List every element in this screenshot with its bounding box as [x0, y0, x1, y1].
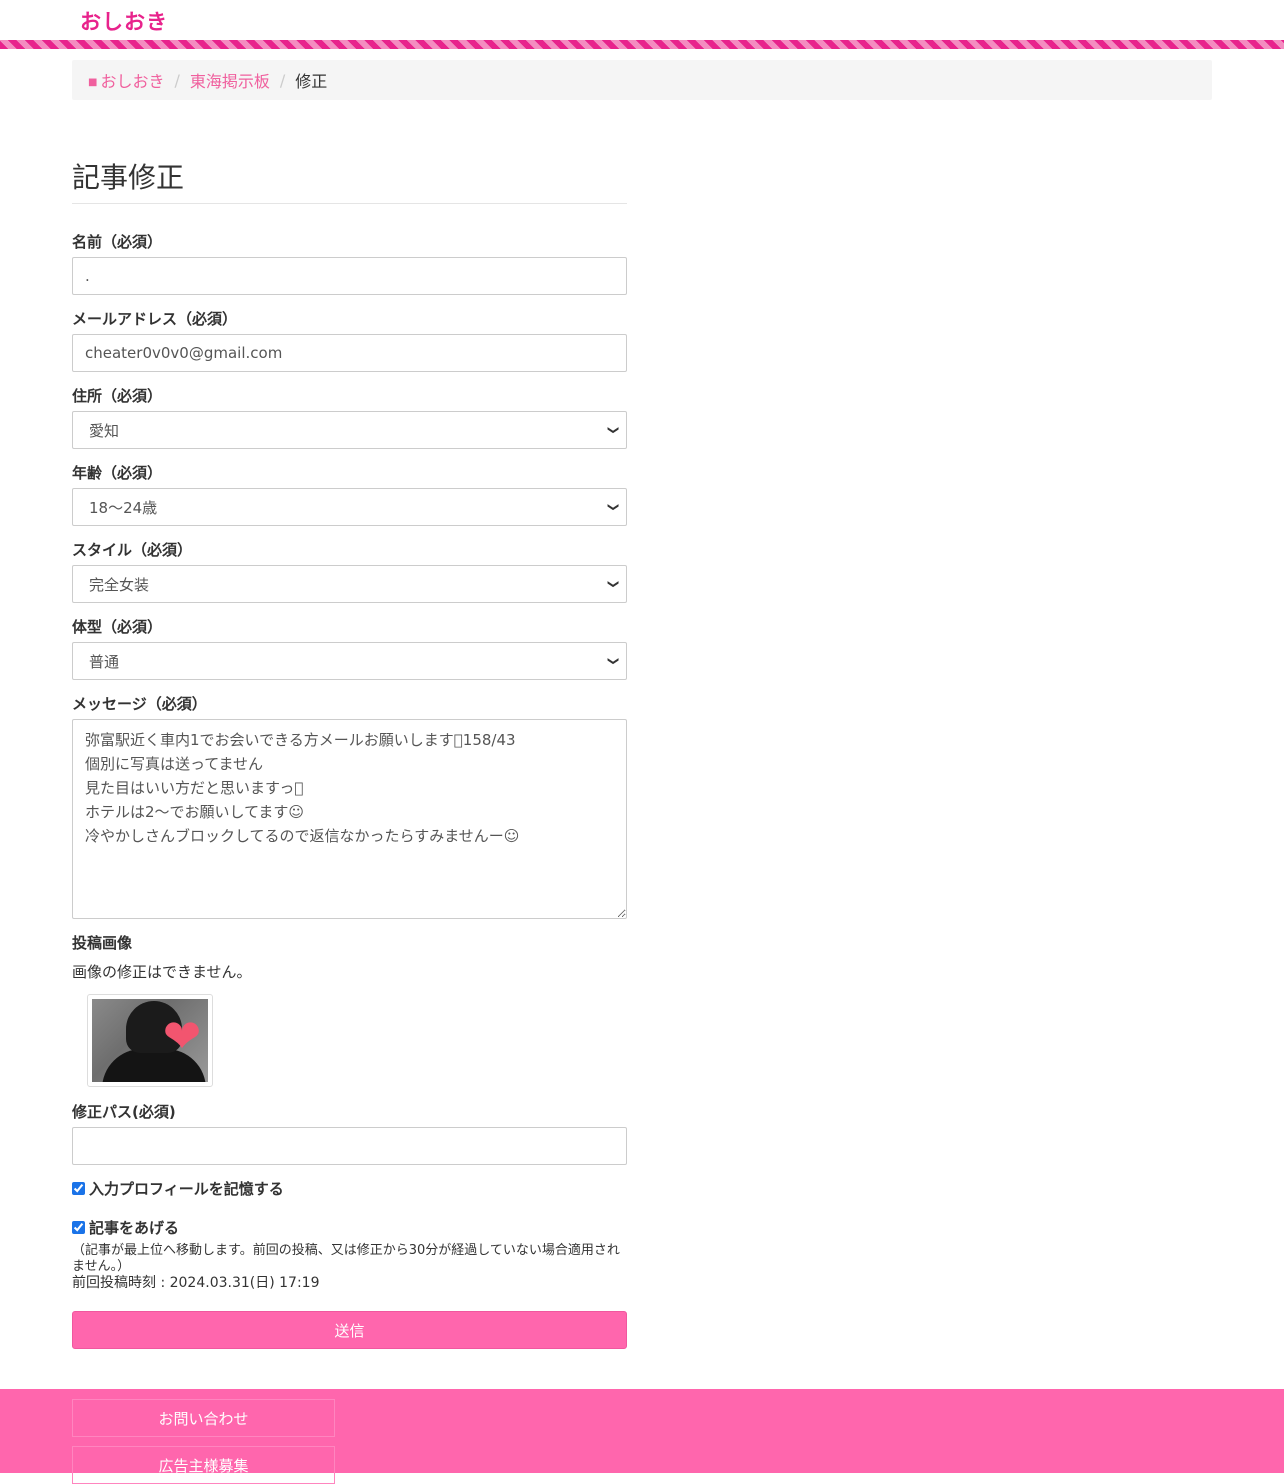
breadcrumb: ■ おしおき / 東海掲示板 / 修正: [72, 60, 1212, 100]
breadcrumb-home-label: おしおき: [100, 72, 165, 91]
page-title: 記事修正: [72, 161, 185, 194]
breadcrumb-home-link[interactable]: ■ おしおき: [88, 68, 164, 92]
site-footer: お問い合わせ 広告主様募集: [0, 1389, 1284, 1484]
chevron-down-icon: ❮: [606, 502, 619, 512]
image-note: 画像の修正はできません。: [72, 963, 252, 981]
email-label: メールアドレス（必須）: [72, 310, 238, 328]
breadcrumb-separator: /: [279, 70, 286, 90]
message-textarea[interactable]: [72, 719, 627, 919]
address-label: 住所（必須）: [72, 387, 163, 405]
email-field[interactable]: [72, 334, 627, 372]
name-label: 名前（必須）: [72, 233, 163, 251]
heart-icon: ❤: [162, 1009, 202, 1063]
style-select-value: 完全女装: [89, 575, 150, 594]
remember-profile-checkbox[interactable]: [72, 1182, 85, 1195]
image-label: 投稿画像: [72, 934, 133, 952]
bump-post-checkbox[interactable]: [72, 1221, 85, 1234]
body-type-select[interactable]: 普通 ❮: [72, 642, 627, 680]
site-header: おしおき: [0, 0, 1284, 40]
post-photo: ❤: [92, 999, 208, 1082]
title-divider: [72, 203, 627, 204]
breadcrumb-separator: /: [174, 70, 180, 90]
chevron-down-icon: ❮: [606, 425, 619, 435]
last-post-time: 前回投稿時刻 : 2024.03.31(日) 17:19: [72, 1275, 320, 1291]
edit-pass-field[interactable]: [72, 1127, 627, 1165]
home-icon: ■: [88, 77, 98, 88]
name-field[interactable]: [72, 257, 627, 295]
address-select-value: 愛知: [89, 421, 120, 440]
chevron-down-icon: ❮: [606, 579, 619, 589]
age-label: 年齢（必須）: [72, 464, 163, 482]
edit-pass-label: 修正パス(必須): [72, 1103, 176, 1121]
remember-profile-label: 入力プロフィールを記憶する: [89, 1180, 284, 1198]
body-type-select-value: 普通: [89, 652, 120, 671]
bump-post-option[interactable]: 記事をあげる: [72, 1217, 179, 1238]
bump-note: （記事が最上位へ移動します。前回の投稿、又は修正から30分が経過していない場合適…: [72, 1243, 620, 1274]
body-type-label: 体型（必須）: [72, 618, 163, 636]
chevron-down-icon: ❮: [606, 656, 619, 666]
style-select[interactable]: 完全女装 ❮: [72, 565, 627, 603]
post-image-thumbnail: ❤: [87, 994, 213, 1087]
site-logo[interactable]: おしおき: [80, 6, 168, 36]
advertisers-link[interactable]: 広告主様募集: [72, 1446, 335, 1484]
contact-link[interactable]: お問い合わせ: [72, 1399, 335, 1437]
address-select[interactable]: 愛知 ❮: [72, 411, 627, 449]
breadcrumb-board-link[interactable]: 東海掲示板: [190, 68, 270, 92]
submit-button[interactable]: 送信: [72, 1311, 627, 1349]
header-stripe: [0, 40, 1284, 49]
breadcrumb-current: 修正: [295, 72, 328, 91]
style-label: スタイル（必須）: [72, 541, 193, 559]
message-label: メッセージ（必須）: [72, 695, 207, 713]
age-select-value: 18〜24歳: [89, 498, 158, 517]
age-select[interactable]: 18〜24歳 ❮: [72, 488, 627, 526]
bump-post-label: 記事をあげる: [89, 1219, 180, 1237]
remember-profile-option[interactable]: 入力プロフィールを記憶する: [72, 1178, 284, 1199]
